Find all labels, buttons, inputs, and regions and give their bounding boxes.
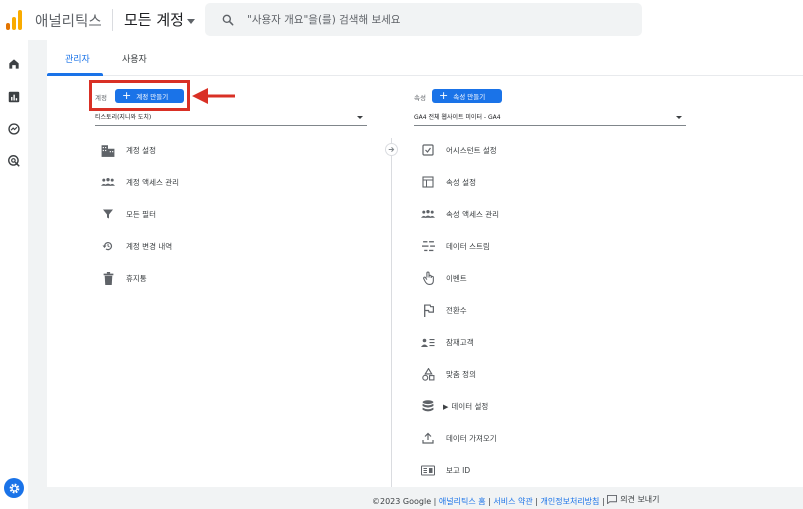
- admin-panel: 관리자 사용자 계정 + 계정 만들기 티스토리(지니와 도치) 계정 설정 계…: [47, 40, 803, 487]
- menu-data-streams[interactable]: 데이터 스트림: [421, 237, 490, 255]
- dropdown-arrow-icon: [676, 116, 682, 119]
- menu-account-access[interactable]: 계정 액세스 관리: [101, 173, 179, 191]
- menu-property-access[interactable]: 속성 액세스 관리: [421, 205, 499, 223]
- column-divider: [391, 138, 392, 487]
- menu-item-label: 데이터 스트림: [446, 241, 490, 251]
- menu-data-import[interactable]: 데이터 가져오기: [421, 429, 497, 447]
- menu-all-filters[interactable]: 모든 필터: [101, 205, 156, 223]
- account-selector[interactable]: 티스토리(지니와 도치): [95, 112, 367, 126]
- audience-icon: [421, 338, 435, 347]
- send-feedback-button[interactable]: 의견 보내기: [607, 494, 660, 505]
- menu-item-label: 이벤트: [446, 273, 467, 283]
- menu-item-label: 속성 액세스 관리: [446, 209, 500, 219]
- create-property-button[interactable]: + 속성 만들기: [432, 89, 502, 103]
- footer-link-analytics-home[interactable]: 애널리틱스 홈: [439, 497, 486, 506]
- caret-down-icon: [186, 18, 195, 24]
- search-bar[interactable]: [205, 3, 642, 36]
- copyright-text: ©2023 Google: [372, 497, 432, 506]
- shapes-icon: [421, 367, 434, 381]
- menu-item-label: 맞춤 정의: [446, 369, 476, 379]
- filter-icon: [103, 209, 113, 219]
- account-picker-label: 모든 계정: [124, 11, 184, 29]
- id-icon: [421, 465, 435, 475]
- tab-bar: 관리자 사용자: [47, 40, 803, 76]
- menu-reporting-identity[interactable]: 보고 ID: [421, 461, 470, 479]
- create-property-label: 속성 만들기: [453, 93, 486, 101]
- menu-account-settings[interactable]: 계정 설정: [101, 141, 156, 159]
- property-selector-value: GA4 전체 웹사이트 미이터 - GA4: [414, 114, 501, 121]
- menu-events[interactable]: 이벤트: [421, 269, 467, 287]
- admin-gear-icon[interactable]: [4, 478, 24, 498]
- menu-item-label: ▶ 데이터 설정: [443, 401, 488, 412]
- footer-link-privacy[interactable]: 개인정보처리방침: [541, 497, 600, 506]
- menu-item-label: 어시스턴트 설정: [446, 145, 497, 155]
- advertising-icon[interactable]: [7, 154, 21, 168]
- dropdown-arrow-icon: [357, 116, 363, 119]
- account-picker[interactable]: 모든 계정: [124, 9, 195, 30]
- menu-item-label: 휴지통: [126, 273, 147, 283]
- menu-property-settings[interactable]: 속성 설정: [421, 173, 476, 191]
- app-title: 애널리틱스: [35, 14, 102, 30]
- menu-data-settings[interactable]: ▶ 데이터 설정: [421, 397, 488, 415]
- reports-icon[interactable]: [7, 90, 21, 104]
- menu-account-history[interactable]: 계정 변경 내역: [101, 237, 172, 255]
- send-feedback-label: 의견 보내기: [620, 495, 660, 504]
- menu-item-label: 보고 ID: [446, 465, 471, 475]
- tab-admin[interactable]: 관리자: [65, 52, 90, 65]
- tab-user[interactable]: 사용자: [122, 52, 147, 65]
- footer: ©2023 Google | 애널리틱스 홈 | 서비스 약관 | 개인정보처리…: [372, 494, 660, 506]
- people-icon: [101, 177, 115, 186]
- property-column-label: 속성: [414, 94, 426, 102]
- menu-item-label: 데이터 가져오기: [446, 433, 497, 443]
- footer-link-terms[interactable]: 서비스 약관: [493, 497, 532, 506]
- people-icon: [421, 209, 435, 218]
- plus-icon: +: [439, 89, 449, 102]
- search-input[interactable]: [247, 13, 627, 26]
- data-stream-icon: [421, 241, 435, 252]
- menu-item-label: 계정 액세스 관리: [126, 177, 180, 187]
- menu-conversions[interactable]: 전환수: [421, 301, 467, 319]
- active-tab-indicator: [47, 73, 103, 76]
- menu-audiences[interactable]: 잠재고객: [421, 333, 474, 351]
- trash-icon: [103, 271, 113, 285]
- feedback-icon: [607, 495, 618, 504]
- menu-trash[interactable]: 휴지통: [101, 269, 147, 287]
- home-icon[interactable]: [7, 57, 21, 71]
- menu-item-label: 속성 설정: [446, 177, 476, 187]
- expand-triangle-icon: ▶: [443, 402, 449, 411]
- search-icon: [222, 14, 234, 25]
- touch-icon: [422, 271, 434, 285]
- menu-item-label: 계정 변경 내역: [126, 241, 173, 251]
- checklist-icon: [422, 144, 434, 156]
- property-selector[interactable]: GA4 전체 웹사이트 미이터 - GA4: [414, 112, 686, 126]
- top-bar: 애널리틱스 모든 계정: [0, 0, 803, 40]
- arrow-annotation-icon: [192, 88, 235, 104]
- database-icon: [422, 399, 434, 411]
- header-divider: [112, 9, 113, 31]
- upload-icon: [422, 432, 434, 444]
- history-icon: [102, 242, 113, 251]
- highlight-annotation-box: [89, 80, 190, 111]
- menu-item-label: 모든 필터: [126, 209, 156, 219]
- menu-item-text: 데이터 설정: [451, 401, 489, 411]
- left-nav-rail: [0, 40, 28, 509]
- menu-item-label: 계정 설정: [126, 145, 156, 155]
- menu-custom-definitions[interactable]: 맞춤 정의: [421, 365, 476, 383]
- arrow-right-icon: [385, 143, 398, 156]
- property-settings-icon: [422, 176, 434, 188]
- building-icon: [101, 144, 115, 157]
- explore-icon[interactable]: [7, 122, 21, 136]
- analytics-logo[interactable]: [6, 8, 22, 30]
- account-selector-value: 티스토리(지니와 도치): [95, 114, 152, 121]
- menu-item-label: 잠재고객: [446, 337, 474, 347]
- menu-assistant-settings[interactable]: 어시스턴트 설정: [421, 141, 497, 159]
- menu-item-label: 전환수: [446, 305, 467, 315]
- flag-icon: [423, 303, 434, 317]
